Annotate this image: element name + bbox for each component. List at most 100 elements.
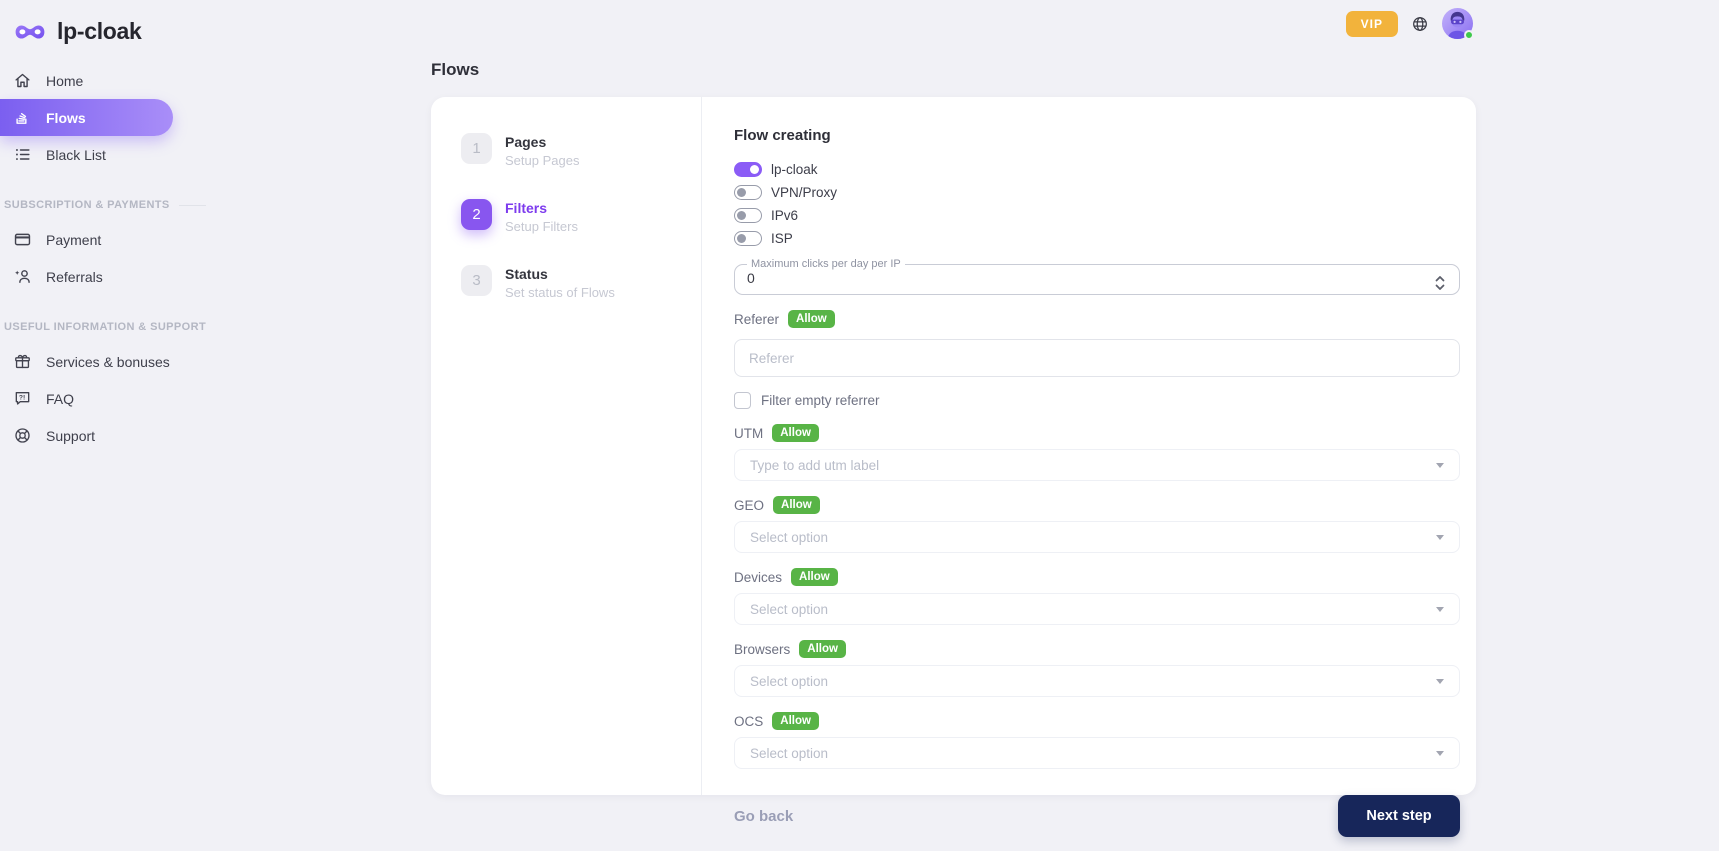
sidebar-item-flows[interactable]: Flows — [0, 99, 173, 136]
select-placeholder: Select option — [750, 530, 828, 545]
browsers-label-row: Browsers Allow — [734, 640, 1460, 658]
utm-select[interactable]: Type to add utm label — [734, 449, 1460, 481]
max-clicks-input[interactable] — [747, 270, 1377, 286]
sidebar-item-label: Support — [46, 428, 95, 444]
sidebar: lp-cloak Home Flows — [0, 0, 260, 454]
chevron-down-icon — [1436, 535, 1444, 540]
section-heading-label: USEFUL INFORMATION & SUPPORT — [4, 321, 206, 333]
svg-text:?!: ?! — [19, 395, 25, 402]
select-placeholder: Type to add utm label — [750, 458, 879, 473]
toggle-label: lp-cloak — [771, 162, 818, 177]
brand[interactable]: lp-cloak — [0, 0, 260, 48]
next-step-button[interactable]: Next step — [1338, 795, 1460, 837]
chevron-down-icon — [1436, 751, 1444, 756]
faq-bubble-icon: ?! — [13, 389, 32, 408]
sidebar-item-label: FAQ — [46, 391, 74, 407]
step-number-badge: 2 — [461, 199, 492, 230]
toggle-label: IPv6 — [771, 208, 798, 223]
step-pages[interactable]: 1 Pages Setup Pages — [461, 133, 701, 168]
step-subtitle: Setup Pages — [505, 153, 579, 168]
sidebar-item-referrals[interactable]: Referrals — [0, 258, 173, 295]
number-stepper-icon[interactable] — [1434, 275, 1446, 289]
max-clicks-field: Maximum clicks per day per IP — [734, 258, 1460, 295]
toggle-knob — [737, 211, 746, 220]
filter-empty-referrer-checkbox[interactable] — [734, 392, 751, 409]
sidebar-item-label: Payment — [46, 232, 101, 248]
toggle-row-vpn-proxy[interactable]: VPN/Proxy — [734, 181, 1460, 204]
referer-label-row: Referer Allow — [734, 310, 1460, 328]
geo-allow-badge[interactable]: Allow — [773, 496, 820, 514]
select-placeholder: Select option — [750, 674, 828, 689]
sidebar-item-label: Black List — [46, 147, 106, 163]
section-heading-label: SUBSCRIPTION & PAYMENTS — [4, 199, 170, 211]
geo-select[interactable]: Select option — [734, 521, 1460, 553]
step-filters[interactable]: 2 Filters Setup Filters — [461, 199, 701, 234]
sidebar-item-services-bonuses[interactable]: Services & bonuses — [0, 343, 173, 380]
sidebar-nav: Home Flows — [0, 62, 260, 454]
step-number-badge: 1 — [461, 133, 492, 164]
ocs-allow-badge[interactable]: Allow — [772, 712, 819, 730]
utm-allow-badge[interactable]: Allow — [772, 424, 819, 442]
chevron-down-icon — [1436, 463, 1444, 468]
page-title: Flows — [431, 60, 1476, 80]
max-clicks-label: Maximum clicks per day per IP — [747, 258, 905, 270]
sidebar-item-home[interactable]: Home — [0, 62, 173, 99]
geo-label-row: GEO Allow — [734, 496, 1460, 514]
referral-person-icon — [13, 267, 32, 286]
referer-input[interactable] — [734, 339, 1460, 377]
browsers-label: Browsers — [734, 642, 790, 657]
toggle-label: ISP — [771, 231, 793, 246]
step-title: Pages — [505, 133, 579, 150]
devices-select[interactable]: Select option — [734, 593, 1460, 625]
ipv6-toggle[interactable] — [734, 208, 762, 223]
browsers-allow-badge[interactable]: Allow — [799, 640, 846, 658]
home-icon — [13, 71, 32, 90]
sidebar-item-support[interactable]: Support — [0, 417, 173, 454]
flow-creating-card: 1 Pages Setup Pages 2 Filters Setup Filt… — [431, 97, 1476, 795]
toggle-row-lp-cloak[interactable]: lp-cloak — [734, 158, 1460, 181]
online-status-dot — [1464, 30, 1474, 40]
vpn-proxy-toggle[interactable] — [734, 185, 762, 200]
referer-allow-badge[interactable]: Allow — [788, 310, 835, 328]
filter-empty-referrer-row[interactable]: Filter empty referrer — [734, 392, 1460, 409]
devices-label: Devices — [734, 570, 782, 585]
toggle-knob — [737, 188, 746, 197]
toggle-row-ipv6[interactable]: IPv6 — [734, 204, 1460, 227]
utm-label-row: UTM Allow — [734, 424, 1460, 442]
main-content: Flows 1 Pages Setup Pages 2 Filters Setu… — [431, 60, 1476, 795]
credit-card-icon — [13, 230, 32, 249]
sidebar-section-heading-subscription: SUBSCRIPTION & PAYMENTS — [4, 199, 260, 211]
step-subtitle: Setup Filters — [505, 219, 578, 234]
browsers-select[interactable]: Select option — [734, 665, 1460, 697]
sidebar-section-heading-support: USEFUL INFORMATION & SUPPORT — [4, 321, 260, 333]
user-avatar[interactable] — [1442, 8, 1473, 39]
step-number-badge: 3 — [461, 265, 492, 296]
gift-icon — [13, 352, 32, 371]
ocs-label-row: OCS Allow — [734, 712, 1460, 730]
lp-cloak-toggle[interactable] — [734, 162, 762, 177]
step-subtitle: Set status of Flows — [505, 285, 615, 300]
sidebar-item-label: Flows — [46, 110, 86, 126]
step-status[interactable]: 3 Status Set status of Flows — [461, 265, 701, 300]
geo-label: GEO — [734, 498, 764, 513]
toggle-row-isp[interactable]: ISP — [734, 227, 1460, 250]
sidebar-item-label: Services & bonuses — [46, 354, 170, 370]
devices-allow-badge[interactable]: Allow — [791, 568, 838, 586]
toggle-label: VPN/Proxy — [771, 185, 837, 200]
ocs-label: OCS — [734, 714, 763, 729]
sidebar-item-faq[interactable]: ?! FAQ — [0, 380, 173, 417]
header-actions: VIP — [1346, 8, 1473, 39]
ocs-select[interactable]: Select option — [734, 737, 1460, 769]
toggle-knob — [737, 234, 746, 243]
lifebuoy-icon — [13, 426, 32, 445]
chevron-down-icon — [1436, 607, 1444, 612]
go-back-button[interactable]: Go back — [734, 808, 793, 825]
language-globe-icon[interactable] — [1411, 15, 1429, 33]
sidebar-item-payment[interactable]: Payment — [0, 221, 173, 258]
toggle-knob — [750, 165, 759, 174]
list-icon — [13, 145, 32, 164]
sidebar-item-black-list[interactable]: Black List — [0, 136, 173, 173]
flows-stack-icon — [13, 108, 32, 127]
vip-button[interactable]: VIP — [1346, 11, 1398, 37]
isp-toggle[interactable] — [734, 231, 762, 246]
